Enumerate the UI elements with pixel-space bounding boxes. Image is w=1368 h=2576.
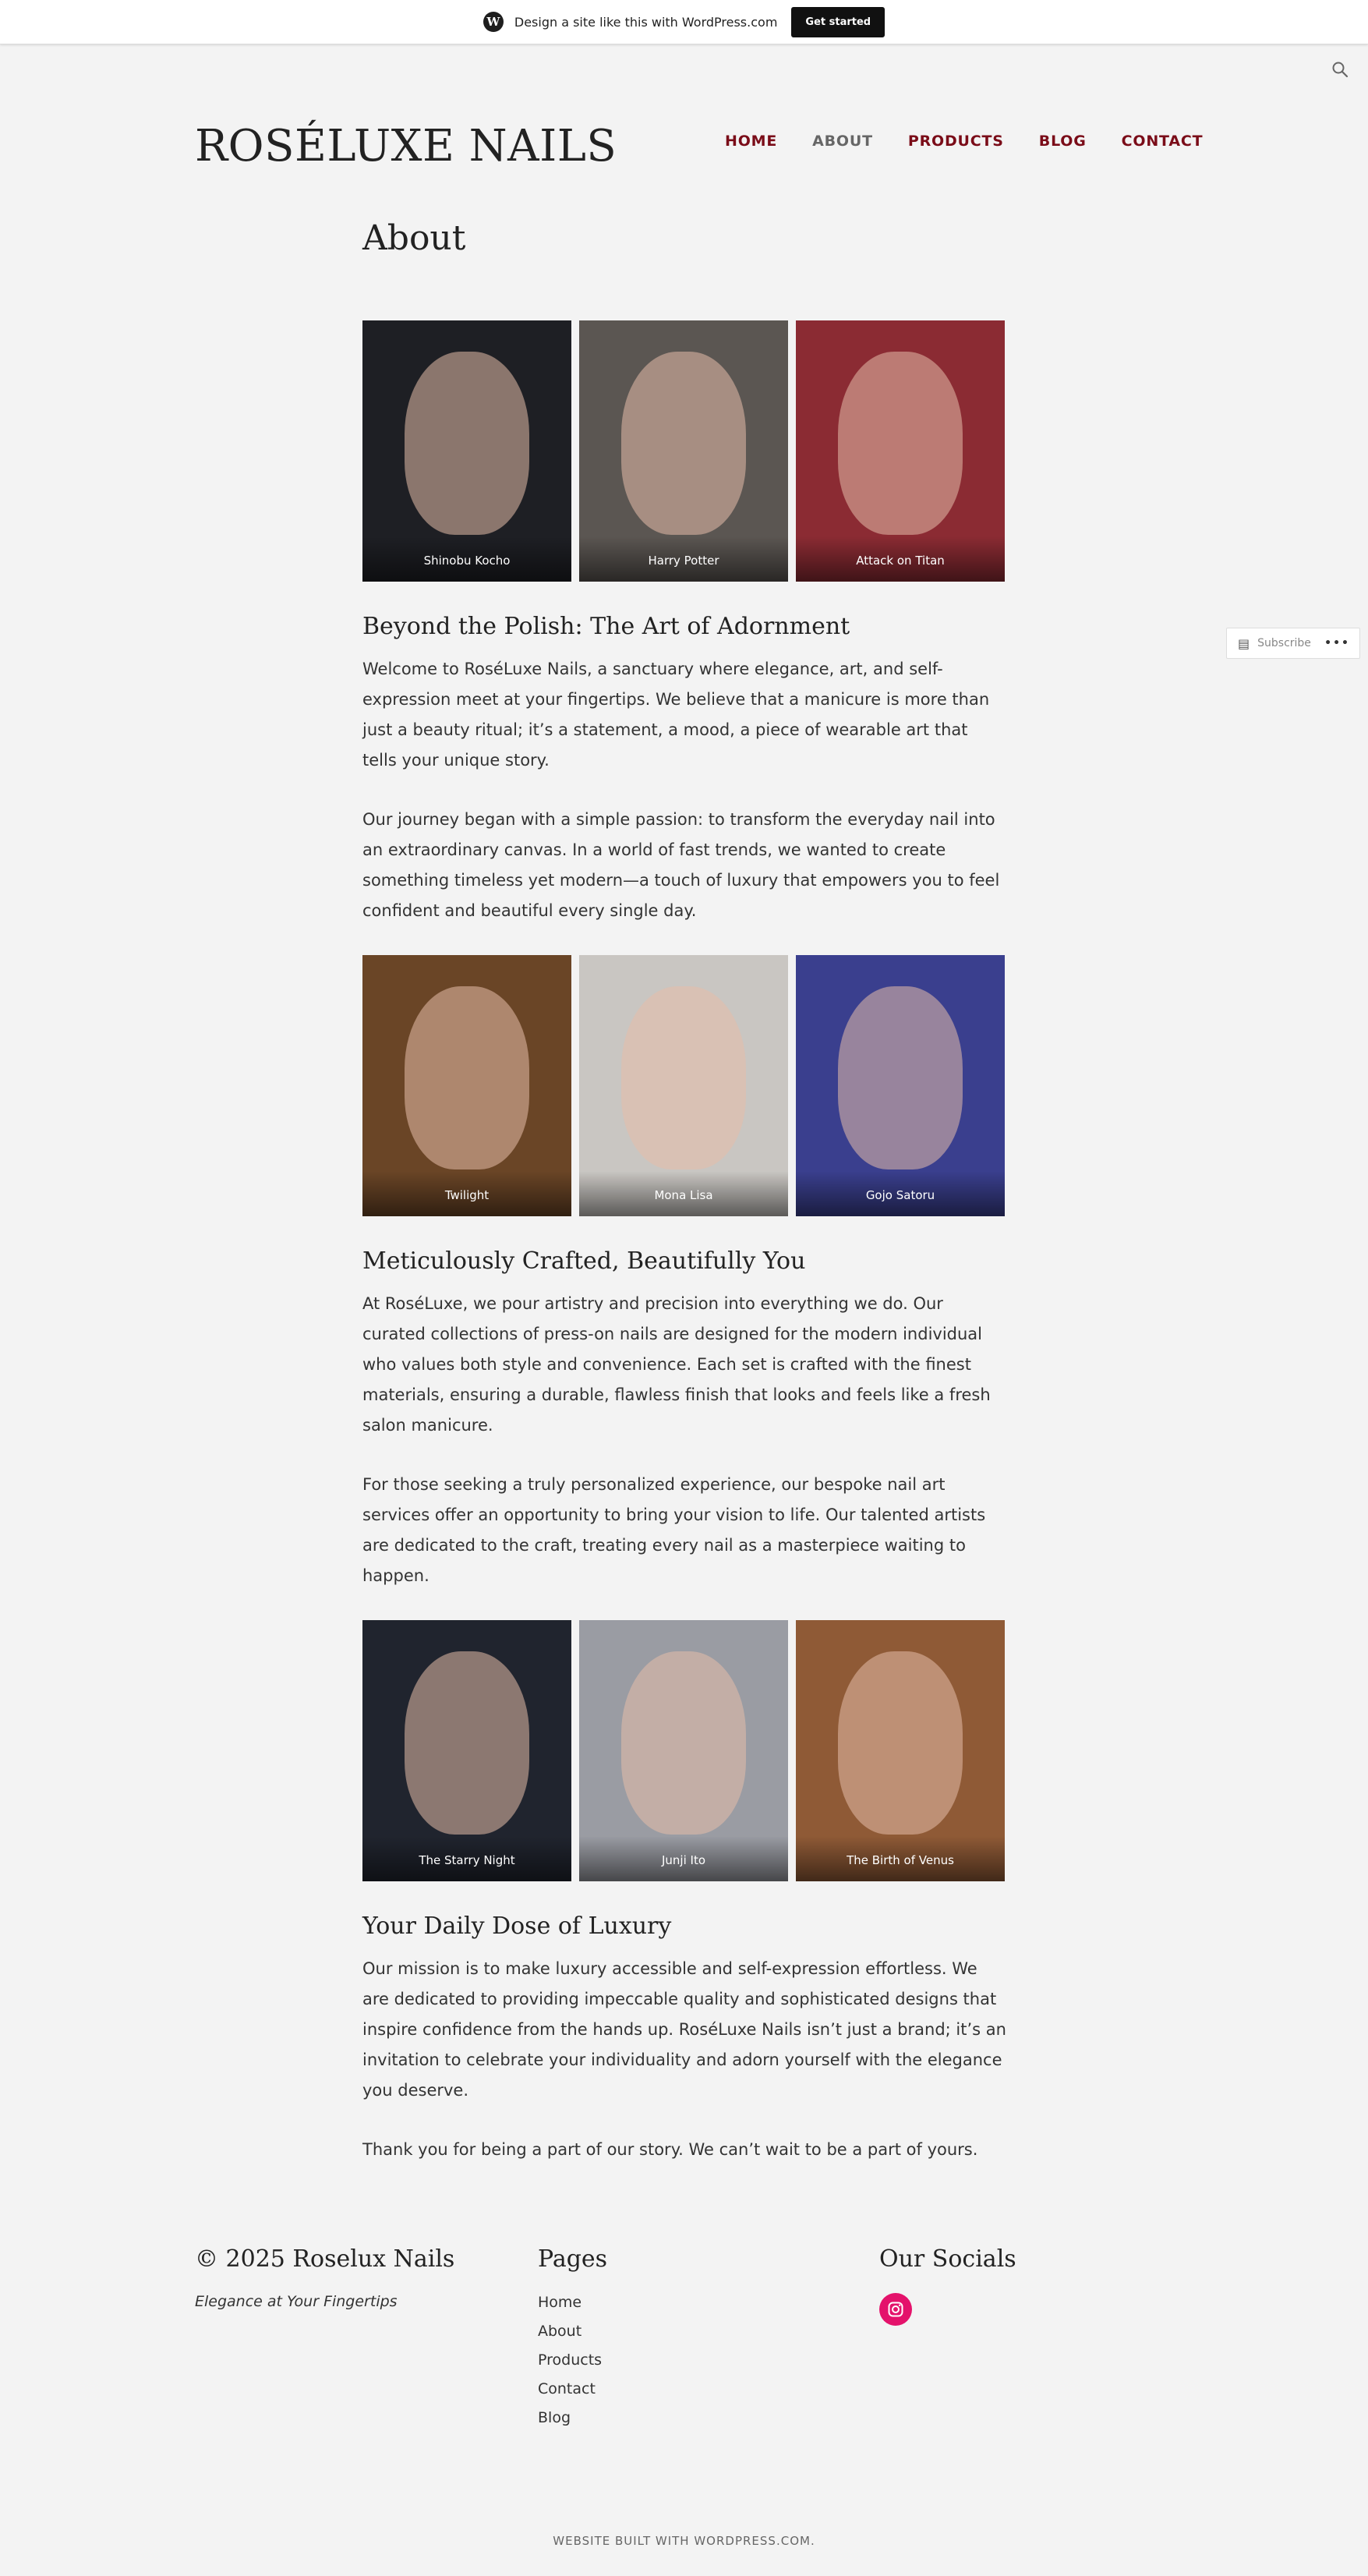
nav-item-contact[interactable]: CONTACT bbox=[1122, 133, 1204, 150]
footer-link-contact[interactable]: Contact bbox=[538, 2375, 607, 2404]
get-started-button[interactable]: Get started bbox=[791, 6, 885, 37]
wordpress-promo-bar: W Design a site like this with WordPress… bbox=[0, 0, 1368, 44]
footer-pages-list: Home About Products Contact Blog bbox=[538, 2288, 607, 2433]
paragraph: Our journey began with a simple passion:… bbox=[362, 810, 1000, 920]
image-gallery: Twilight Mona Lisa Gojo Satoru bbox=[362, 955, 1006, 1216]
section-heading: Your Daily Dose of Luxury bbox=[362, 1913, 672, 1940]
more-options-icon[interactable]: ••• bbox=[1324, 637, 1350, 649]
subscribe-widget[interactable]: ▤ Subscribe ••• bbox=[1226, 628, 1360, 659]
nav-item-home[interactable]: HOME bbox=[725, 133, 777, 150]
nav-item-products[interactable]: PRODUCTS bbox=[908, 133, 1004, 150]
nav-item-blog[interactable]: BLOG bbox=[1039, 133, 1087, 150]
page-title: About bbox=[362, 218, 466, 258]
gallery-image-twilight[interactable]: Twilight bbox=[362, 955, 571, 1216]
image-gallery: The Starry Night Junji Ito The Birth of … bbox=[362, 1620, 1006, 1881]
paragraph: Thank you for being a part of our story.… bbox=[362, 2140, 978, 2159]
footer-column-brand: © 2025 Roselux Nails Elegance at Your Fi… bbox=[195, 2245, 454, 2310]
gallery-caption: The Starry Night bbox=[362, 1836, 571, 1881]
footer-link-about[interactable]: About bbox=[538, 2317, 607, 2346]
gallery-caption: Mona Lisa bbox=[579, 1171, 788, 1216]
gallery-image-attack-on-titan[interactable]: Attack on Titan bbox=[796, 320, 1005, 582]
site-title[interactable]: ROSÉLUXE NAILS bbox=[195, 121, 617, 172]
gallery-caption: The Birth of Venus bbox=[796, 1836, 1005, 1881]
subscribe-label[interactable]: Subscribe bbox=[1257, 637, 1311, 649]
gallery-image-harry-potter[interactable]: Harry Potter bbox=[579, 320, 788, 582]
reader-icon: ▤ bbox=[1238, 635, 1250, 651]
paragraph: Welcome to RoséLuxe Nails, a sanctuary w… bbox=[362, 660, 990, 770]
image-gallery: Shinobu Kocho Harry Potter Attack on Tit… bbox=[362, 320, 1006, 582]
footer-pages-title: Pages bbox=[538, 2245, 608, 2273]
footer-column-socials: Our Socials bbox=[879, 2245, 1016, 2326]
gallery-caption: Harry Potter bbox=[579, 536, 788, 582]
gallery-caption: Twilight bbox=[362, 1171, 571, 1216]
gallery-image-mona-lisa[interactable]: Mona Lisa bbox=[579, 955, 788, 1216]
section-heading: Beyond the Polish: The Art of Adornment bbox=[362, 613, 850, 640]
instagram-icon[interactable] bbox=[879, 2293, 912, 2326]
wordpress-logo-icon[interactable]: W bbox=[483, 12, 504, 32]
gallery-caption: Gojo Satoru bbox=[796, 1171, 1005, 1216]
paragraph: For those seeking a truly personalized e… bbox=[362, 1475, 986, 1585]
gallery-image-birth-of-venus[interactable]: The Birth of Venus bbox=[796, 1620, 1005, 1881]
footer-link-products[interactable]: Products bbox=[538, 2346, 607, 2375]
paragraph: Our mission is to make luxury accessible… bbox=[362, 1959, 1006, 2100]
gallery-image-junji-ito[interactable]: Junji Ito bbox=[579, 1620, 788, 1881]
search-icon[interactable] bbox=[1331, 61, 1349, 78]
footer-copyright: © 2025 Roselux Nails bbox=[195, 2245, 455, 2273]
gallery-image-starry-night[interactable]: The Starry Night bbox=[362, 1620, 571, 1881]
gallery-caption: Junji Ito bbox=[579, 1836, 788, 1881]
footer-socials-title: Our Socials bbox=[879, 2245, 1016, 2273]
paragraph: At RoséLuxe, we pour artistry and precis… bbox=[362, 1294, 991, 1435]
nav-item-about[interactable]: ABOUT bbox=[812, 133, 873, 150]
footer-link-blog[interactable]: Blog bbox=[538, 2404, 607, 2433]
gallery-image-shinobu-kocho[interactable]: Shinobu Kocho bbox=[362, 320, 571, 582]
footer-column-pages: Pages Home About Products Contact Blog bbox=[538, 2245, 607, 2433]
footer-link-home[interactable]: Home bbox=[538, 2288, 607, 2317]
gallery-caption: Attack on Titan bbox=[796, 536, 1005, 582]
main-navigation: HOME ABOUT PRODUCTS BLOG CONTACT bbox=[725, 133, 1203, 150]
gallery-image-gojo-satoru[interactable]: Gojo Satoru bbox=[796, 955, 1005, 1216]
main-content: About Shinobu Kocho Harry Potter Attack … bbox=[362, 218, 1006, 2194]
footer-tagline: Elegance at Your Fingertips bbox=[195, 2293, 398, 2310]
footer-credit-link[interactable]: WEBSITE BUILT WITH WORDPRESS.COM. bbox=[0, 2534, 1368, 2548]
gallery-caption: Shinobu Kocho bbox=[362, 536, 571, 582]
wordpress-promo-text: Design a site like this with WordPress.c… bbox=[514, 14, 778, 30]
section-heading: Meticulously Crafted, Beautifully You bbox=[362, 1247, 806, 1275]
